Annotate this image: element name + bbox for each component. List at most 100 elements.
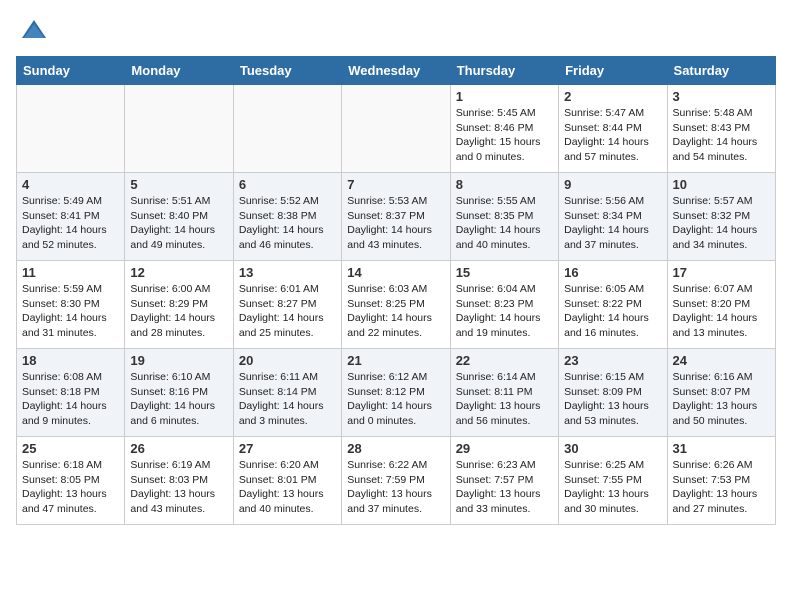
calendar-cell: 29Sunrise: 6:23 AM Sunset: 7:57 PM Dayli… bbox=[450, 437, 558, 525]
day-info: Sunrise: 6:19 AM Sunset: 8:03 PM Dayligh… bbox=[130, 458, 227, 517]
day-number: 30 bbox=[564, 441, 661, 456]
day-number: 17 bbox=[673, 265, 770, 280]
calendar-cell: 30 Sunrise: 6:25 AM Sunset: 7:55 PM Dayli… bbox=[559, 437, 667, 525]
calendar-cell: 20 Sunrise: 6:11 AM Sunset: 8:14 PM Dayli… bbox=[233, 349, 341, 437]
calendar-cell: 25 Sunrise: 6:18 AM Sunset: 8:05 PM Dayli… bbox=[17, 437, 125, 525]
logo-icon bbox=[20, 16, 48, 44]
week-row-4: 18 Sunrise: 6:08 AM Sunset: 8:18 PM Dayli… bbox=[17, 349, 776, 437]
day-info: Sunrise: 6:18 AM Sunset: 8:05 PM Dayligh… bbox=[22, 458, 119, 517]
day-number: 12 bbox=[130, 265, 227, 280]
week-row-1: 1Sunrise: 5:45 AM Sunset: 8:46 PM Daylig… bbox=[17, 85, 776, 173]
calendar-cell: 31 Sunrise: 6:26 AM Sunset: 7:53 PM Dayli… bbox=[667, 437, 775, 525]
calendar-cell: 17Sunrise: 6:07 AM Sunset: 8:20 PM Dayli… bbox=[667, 261, 775, 349]
day-number: 21 bbox=[347, 353, 444, 368]
weekday-header-saturday: Saturday bbox=[667, 57, 775, 85]
day-info: Sunrise: 5:47 AM Sunset: 8:44 PM Dayligh… bbox=[564, 106, 661, 165]
day-info: Sunrise: 5:51 AM Sunset: 8:40 PM Dayligh… bbox=[130, 194, 227, 253]
day-info: Sunrise: 5:55 AM Sunset: 8:35 PM Dayligh… bbox=[456, 194, 553, 253]
calendar-cell: 3 Sunrise: 5:48 AM Sunset: 8:43 PM Daylig… bbox=[667, 85, 775, 173]
day-number: 26 bbox=[130, 441, 227, 456]
day-number: 8 bbox=[456, 177, 553, 192]
day-info: Sunrise: 6:04 AM Sunset: 8:23 PM Dayligh… bbox=[456, 282, 553, 341]
day-number: 10 bbox=[673, 177, 770, 192]
day-info: Sunrise: 6:25 AM Sunset: 7:55 PM Dayligh… bbox=[564, 458, 661, 517]
weekday-header-row: SundayMondayTuesdayWednesdayThursdayFrid… bbox=[17, 57, 776, 85]
calendar-cell bbox=[342, 85, 450, 173]
day-number: 3 bbox=[673, 89, 770, 104]
day-number: 18 bbox=[22, 353, 119, 368]
calendar-cell: 12 Sunrise: 6:00 AM Sunset: 8:29 PM Dayli… bbox=[125, 261, 233, 349]
day-info: Sunrise: 6:01 AM Sunset: 8:27 PM Dayligh… bbox=[239, 282, 336, 341]
day-info: Sunrise: 6:05 AM Sunset: 8:22 PM Dayligh… bbox=[564, 282, 661, 341]
day-info: Sunrise: 6:22 AM Sunset: 7:59 PM Dayligh… bbox=[347, 458, 444, 517]
day-info: Sunrise: 6:08 AM Sunset: 8:18 PM Dayligh… bbox=[22, 370, 119, 429]
day-number: 31 bbox=[673, 441, 770, 456]
page-header bbox=[16, 16, 776, 44]
day-info: Sunrise: 6:00 AM Sunset: 8:29 PM Dayligh… bbox=[130, 282, 227, 341]
calendar-cell: 26 Sunrise: 6:19 AM Sunset: 8:03 PM Dayli… bbox=[125, 437, 233, 525]
weekday-header-friday: Friday bbox=[559, 57, 667, 85]
day-info: Sunrise: 5:56 AM Sunset: 8:34 PM Dayligh… bbox=[564, 194, 661, 253]
calendar-cell: 15 Sunrise: 6:04 AM Sunset: 8:23 PM Dayli… bbox=[450, 261, 558, 349]
calendar-cell: 1Sunrise: 5:45 AM Sunset: 8:46 PM Daylig… bbox=[450, 85, 558, 173]
day-info: Sunrise: 6:14 AM Sunset: 8:11 PM Dayligh… bbox=[456, 370, 553, 429]
calendar-cell: 13 Sunrise: 6:01 AM Sunset: 8:27 PM Dayli… bbox=[233, 261, 341, 349]
day-info: Sunrise: 5:53 AM Sunset: 8:37 PM Dayligh… bbox=[347, 194, 444, 253]
day-info: Sunrise: 6:16 AM Sunset: 8:07 PM Dayligh… bbox=[673, 370, 770, 429]
calendar-cell bbox=[17, 85, 125, 173]
day-info: Sunrise: 6:23 AM Sunset: 7:57 PM Dayligh… bbox=[456, 458, 553, 517]
calendar-cell: 22 Sunrise: 6:14 AM Sunset: 8:11 PM Dayli… bbox=[450, 349, 558, 437]
calendar-cell: 8 Sunrise: 5:55 AM Sunset: 8:35 PM Daylig… bbox=[450, 173, 558, 261]
day-info: Sunrise: 5:59 AM Sunset: 8:30 PM Dayligh… bbox=[22, 282, 119, 341]
day-info: Sunrise: 6:15 AM Sunset: 8:09 PM Dayligh… bbox=[564, 370, 661, 429]
day-number: 14 bbox=[347, 265, 444, 280]
logo bbox=[16, 16, 48, 44]
day-number: 19 bbox=[130, 353, 227, 368]
day-info: Sunrise: 5:52 AM Sunset: 8:38 PM Dayligh… bbox=[239, 194, 336, 253]
calendar-cell: 28 Sunrise: 6:22 AM Sunset: 7:59 PM Dayli… bbox=[342, 437, 450, 525]
day-number: 15 bbox=[456, 265, 553, 280]
day-info: Sunrise: 5:48 AM Sunset: 8:43 PM Dayligh… bbox=[673, 106, 770, 165]
calendar-cell: 11 Sunrise: 5:59 AM Sunset: 8:30 PM Dayli… bbox=[17, 261, 125, 349]
week-row-3: 11 Sunrise: 5:59 AM Sunset: 8:30 PM Dayli… bbox=[17, 261, 776, 349]
day-info: Sunrise: 6:11 AM Sunset: 8:14 PM Dayligh… bbox=[239, 370, 336, 429]
day-info: Sunrise: 5:49 AM Sunset: 8:41 PM Dayligh… bbox=[22, 194, 119, 253]
calendar-cell: 6 Sunrise: 5:52 AM Sunset: 8:38 PM Daylig… bbox=[233, 173, 341, 261]
day-number: 16 bbox=[564, 265, 661, 280]
day-info: Sunrise: 6:10 AM Sunset: 8:16 PM Dayligh… bbox=[130, 370, 227, 429]
day-number: 11 bbox=[22, 265, 119, 280]
day-number: 7 bbox=[347, 177, 444, 192]
day-info: Sunrise: 6:26 AM Sunset: 7:53 PM Dayligh… bbox=[673, 458, 770, 517]
day-number: 1 bbox=[456, 89, 553, 104]
calendar-cell: 16 Sunrise: 6:05 AM Sunset: 8:22 PM Dayli… bbox=[559, 261, 667, 349]
calendar-cell: 23 Sunrise: 6:15 AM Sunset: 8:09 PM Dayli… bbox=[559, 349, 667, 437]
weekday-header-monday: Monday bbox=[125, 57, 233, 85]
calendar-cell bbox=[233, 85, 341, 173]
calendar-table: SundayMondayTuesdayWednesdayThursdayFrid… bbox=[16, 56, 776, 525]
calendar-cell: 14 Sunrise: 6:03 AM Sunset: 8:25 PM Dayli… bbox=[342, 261, 450, 349]
weekday-header-sunday: Sunday bbox=[17, 57, 125, 85]
weekday-header-thursday: Thursday bbox=[450, 57, 558, 85]
day-number: 23 bbox=[564, 353, 661, 368]
day-info: Sunrise: 5:57 AM Sunset: 8:32 PM Dayligh… bbox=[673, 194, 770, 253]
calendar-cell: 2Sunrise: 5:47 AM Sunset: 8:44 PM Daylig… bbox=[559, 85, 667, 173]
calendar-cell: 10 Sunrise: 5:57 AM Sunset: 8:32 PM Dayli… bbox=[667, 173, 775, 261]
calendar-cell: 9Sunrise: 5:56 AM Sunset: 8:34 PM Daylig… bbox=[559, 173, 667, 261]
calendar-cell: 4Sunrise: 5:49 AM Sunset: 8:41 PM Daylig… bbox=[17, 173, 125, 261]
day-info: Sunrise: 6:12 AM Sunset: 8:12 PM Dayligh… bbox=[347, 370, 444, 429]
calendar-cell: 24 Sunrise: 6:16 AM Sunset: 8:07 PM Dayli… bbox=[667, 349, 775, 437]
calendar-cell: 18 Sunrise: 6:08 AM Sunset: 8:18 PM Dayli… bbox=[17, 349, 125, 437]
day-info: Sunrise: 6:03 AM Sunset: 8:25 PM Dayligh… bbox=[347, 282, 444, 341]
day-number: 27 bbox=[239, 441, 336, 456]
day-number: 24 bbox=[673, 353, 770, 368]
calendar-cell bbox=[125, 85, 233, 173]
day-number: 13 bbox=[239, 265, 336, 280]
day-number: 6 bbox=[239, 177, 336, 192]
calendar-cell: 19 Sunrise: 6:10 AM Sunset: 8:16 PM Dayli… bbox=[125, 349, 233, 437]
day-number: 5 bbox=[130, 177, 227, 192]
day-number: 22 bbox=[456, 353, 553, 368]
day-number: 28 bbox=[347, 441, 444, 456]
calendar-cell: 21 Sunrise: 6:12 AM Sunset: 8:12 PM Dayli… bbox=[342, 349, 450, 437]
day-number: 25 bbox=[22, 441, 119, 456]
day-number: 20 bbox=[239, 353, 336, 368]
